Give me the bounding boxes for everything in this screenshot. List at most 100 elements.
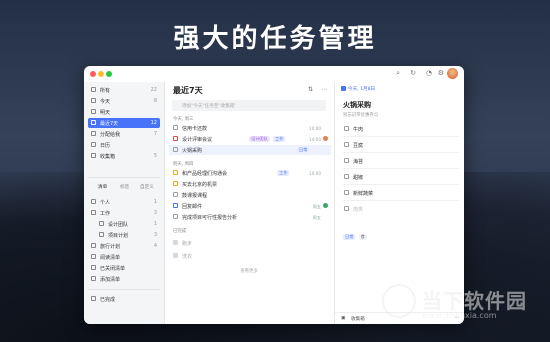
subtask-item[interactable]: 新鲜蔬菜: [341, 188, 459, 198]
list-icon: [91, 254, 96, 259]
folder-icon: [91, 210, 96, 215]
task-checkbox[interactable]: [173, 203, 178, 208]
subtask-checkbox[interactable]: [344, 206, 349, 211]
subtask-divider: [343, 168, 459, 169]
sidebar-item-completed[interactable]: 已完成: [88, 294, 160, 304]
sidebar-item-week[interactable]: 最近7天 12: [88, 118, 160, 128]
task-row[interactable]: 设计评审会议 设计团队 工作 14:00: [169, 134, 331, 144]
task-list-panel: 最近7天 ⇅ ⋯ 添加"今天"任务至"收集箱" 今天, 周三 信用卡还款 10:…: [165, 82, 333, 324]
more-icon[interactable]: ⋯: [321, 86, 327, 93]
tag-badge: 设计团队: [249, 135, 270, 142]
closed-list-icon: [91, 265, 96, 270]
sidebar-item-all[interactable]: 所有 22: [88, 85, 160, 95]
group-header-tomorrow: 明天, 周四: [173, 162, 194, 167]
group-header-completed: 已完成: [173, 229, 187, 234]
list-toolbar: ⇅ ⋯: [308, 86, 327, 93]
add-list-button[interactable]: 添加清单: [88, 274, 160, 284]
sidebar-list-work[interactable]: 工作 3: [88, 208, 160, 218]
subtask-divider: [343, 184, 459, 185]
task-checkbox[interactable]: [173, 136, 178, 141]
tag-badge: 工作: [273, 135, 286, 142]
settings-icon[interactable]: ⚙: [438, 69, 444, 77]
sidebar-list-personal[interactable]: 个人 1: [88, 197, 160, 207]
calendar-icon: [341, 86, 346, 91]
task-row[interactable]: 跑步: [169, 238, 331, 248]
today-icon: [91, 98, 96, 103]
load-more-link[interactable]: 查看更多: [165, 268, 333, 274]
task-row[interactable]: 信用卡还款 10:00: [169, 123, 331, 133]
minimize-window-button[interactable]: [98, 71, 104, 77]
subtask-checkbox[interactable]: [344, 190, 349, 195]
week-icon: [91, 120, 96, 125]
page-headline: 强大的任务管理: [173, 24, 377, 54]
calendar-icon: [91, 142, 96, 147]
tag-badge[interactable]: 日常: [343, 234, 356, 240]
subtask-checkbox[interactable]: [344, 126, 349, 131]
subtask-item[interactable]: 甜椒: [341, 172, 459, 182]
task-row[interactable]: 鼓课报课程: [169, 190, 331, 200]
watermark-logo-icon: [382, 284, 416, 318]
sidebar-list-design-team[interactable]: 设计团队 1: [96, 219, 160, 229]
sidebar-list-travel[interactable]: 旅行计划 4: [88, 241, 160, 251]
notification-icon[interactable]: ◔: [426, 69, 432, 77]
sidebar-item-collect[interactable]: 收集箱 5: [88, 151, 160, 161]
task-checkbox[interactable]: [173, 147, 178, 152]
subtask-item[interactable]: 肉类: [341, 204, 459, 214]
sidebar-item-assigned[interactable]: 分配给我 7: [88, 129, 160, 139]
task-row[interactable]: 火锅采购 日常: [169, 145, 331, 155]
search-icon[interactable]: ⌕: [396, 69, 400, 78]
user-avatar[interactable]: [447, 68, 458, 79]
task-row[interactable]: 买去北京的机票: [169, 179, 331, 189]
task-detail-title[interactable]: 火锅采购: [343, 100, 371, 110]
inbox-icon: ▣: [341, 316, 346, 321]
tab-custom[interactable]: 自定义: [140, 184, 154, 190]
due-date-header[interactable]: 今天, 1月8日: [341, 86, 375, 92]
task-row[interactable]: 和产品经理们沟通会 工作 10:00: [169, 168, 331, 178]
sidebar-list-project-plan[interactable]: 项目计划 3: [96, 230, 160, 240]
sidebar-list-closed[interactable]: 已关闭清单: [88, 263, 160, 273]
close-window-button[interactable]: [90, 71, 96, 77]
task-checkbox[interactable]: [173, 214, 178, 219]
watermark: 当下软件园 www.downxia.com: [382, 282, 542, 332]
list-icon: [99, 221, 104, 226]
subtask-divider: [343, 152, 459, 153]
subtask-checkbox[interactable]: [344, 158, 349, 163]
inbox-icon: [91, 87, 96, 92]
list-title: 最近7天: [173, 86, 203, 95]
sidebar-item-calendar[interactable]: 日历: [88, 140, 160, 150]
assignee-avatar: [323, 203, 328, 208]
title-bar: ⌕ ↻ ◔ ⚙: [84, 66, 464, 82]
task-row[interactable]: 回复邮件 周五: [169, 201, 331, 211]
sidebar-item-today[interactable]: 今天 8: [88, 96, 160, 106]
tag-badge: 工作: [277, 169, 290, 176]
sidebar-list-reading[interactable]: 阅读清单: [88, 252, 160, 262]
list-icon: [99, 232, 104, 237]
tab-tags[interactable]: 标签: [120, 184, 129, 190]
task-checkbox[interactable]: [173, 192, 178, 197]
task-row[interactable]: 完成项目可行性报告分析 周五: [169, 212, 331, 222]
maximize-window-button[interactable]: [106, 71, 112, 77]
subtask-item[interactable]: 海苔: [341, 156, 459, 166]
assign-icon: [91, 131, 96, 136]
task-checkbox[interactable]: [173, 170, 178, 175]
subtask-item[interactable]: 牛肉: [341, 124, 459, 134]
add-task-input[interactable]: 添加"今天"任务至"收集箱": [172, 100, 326, 111]
sidebar-item-tomorrow[interactable]: 明天: [88, 107, 160, 117]
tag-badge: 日常: [297, 146, 310, 153]
assignee-avatar: [323, 136, 328, 141]
sync-icon[interactable]: ↻: [410, 69, 416, 77]
task-checkbox[interactable]: [173, 181, 178, 186]
task-row[interactable]: 洗衣: [169, 251, 331, 261]
subtask-item[interactable]: 豆腐: [341, 140, 459, 150]
subtask-checkbox[interactable]: [344, 142, 349, 147]
task-detail-note[interactable]: 别忘记带优惠券😊: [343, 112, 378, 118]
sort-icon[interactable]: ⇅: [308, 86, 313, 93]
subtask-checkbox[interactable]: [344, 174, 349, 179]
tab-lists[interactable]: 清单: [98, 184, 107, 190]
task-checkbox[interactable]: [173, 253, 178, 258]
sidebar-divider: [88, 177, 160, 178]
task-list-selector[interactable]: 收集箱: [351, 316, 365, 322]
tag-badge[interactable]: 食: [358, 234, 367, 240]
task-checkbox[interactable]: [173, 125, 178, 130]
task-checkbox[interactable]: [173, 240, 178, 245]
